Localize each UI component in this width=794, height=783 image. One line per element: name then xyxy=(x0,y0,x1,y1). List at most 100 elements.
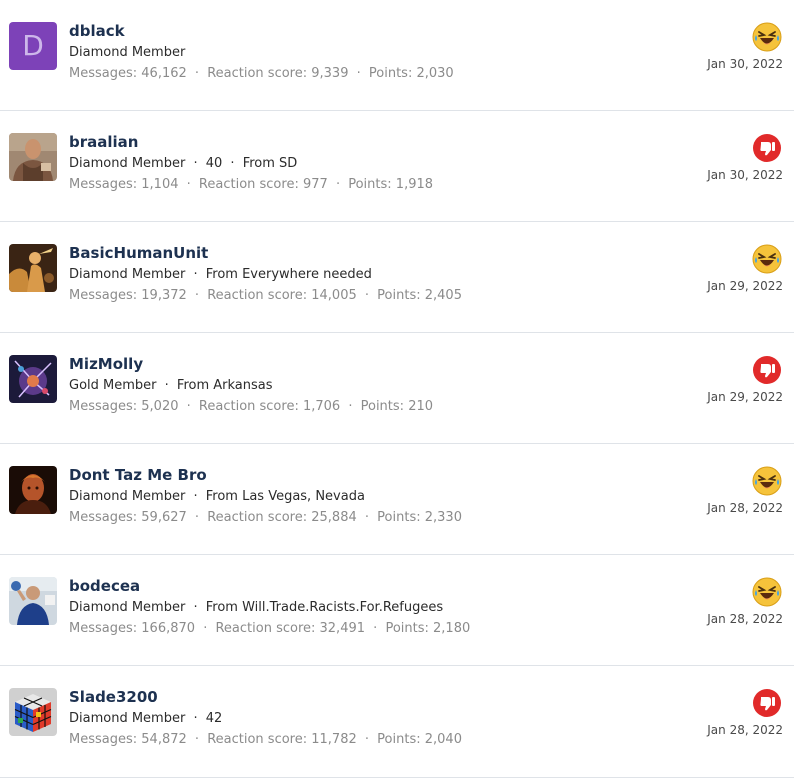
user-title-line: Diamond Member xyxy=(69,45,185,60)
separator: · xyxy=(335,177,341,192)
messages-label: Messages: xyxy=(69,621,138,636)
messages-count: 1,104 xyxy=(141,177,179,192)
list-item: braalian Diamond Member · 40 · From SD M… xyxy=(0,111,794,222)
user-location: From SD xyxy=(242,156,298,171)
reaction-date: Jan 28, 2022 xyxy=(707,501,783,515)
separator: · xyxy=(193,156,198,171)
separator: · xyxy=(348,399,353,414)
messages-label: Messages: xyxy=(69,732,138,747)
separator: · xyxy=(364,732,370,747)
thumbs-down-icon[interactable] xyxy=(752,688,782,718)
separator: · xyxy=(230,156,235,171)
user-age: 40 xyxy=(205,156,223,171)
reaction-score-label: Reaction score: xyxy=(207,732,308,747)
points: 2,040 xyxy=(424,732,462,747)
reaction-score-label: Reaction score: xyxy=(198,399,299,414)
username-link[interactable]: braalian xyxy=(69,133,138,151)
list-item: Slade3200 Diamond Member · 42 Messages: … xyxy=(0,666,794,778)
reaction-date: Jan 28, 2022 xyxy=(707,612,783,626)
messages-count: 166,870 xyxy=(141,621,196,636)
messages-label: Messages: xyxy=(69,399,138,414)
user-location: From Arkansas xyxy=(176,378,273,393)
user-location: From Will.Trade.Racists.For.Refugees xyxy=(205,600,444,615)
points: 210 xyxy=(408,399,434,414)
haha-icon[interactable] xyxy=(752,244,782,274)
separator: · xyxy=(194,732,200,747)
user-title-line: Diamond Member · 40 · From SD xyxy=(69,156,297,171)
username-link[interactable]: dblack xyxy=(69,22,125,40)
user-title-line: Diamond Member · 42 xyxy=(69,711,222,726)
points: 2,180 xyxy=(433,621,471,636)
reaction-score-label: Reaction score: xyxy=(207,288,308,303)
reaction-list: D dblack Diamond Member Messages: 46,162… xyxy=(0,0,794,778)
points: 2,405 xyxy=(424,288,462,303)
messages-count: 19,372 xyxy=(141,288,187,303)
user-title-line: Diamond Member · From Everywhere needed xyxy=(69,267,372,282)
avatar[interactable] xyxy=(9,244,57,292)
avatar[interactable] xyxy=(9,466,57,514)
messages-count: 54,872 xyxy=(141,732,187,747)
reaction-score-label: Reaction score: xyxy=(207,66,308,81)
messages-label: Messages: xyxy=(69,66,138,81)
thumbs-down-icon[interactable] xyxy=(752,355,782,385)
separator: · xyxy=(356,66,361,81)
username-link[interactable]: Slade3200 xyxy=(69,688,158,706)
user-stats: Messages: 1,104 · Reaction score: 977 · … xyxy=(69,177,433,192)
reaction-score: 25,884 xyxy=(311,510,357,525)
user-age: 42 xyxy=(205,711,223,726)
messages-label: Messages: xyxy=(69,177,138,192)
points-label: Points: xyxy=(385,621,429,636)
reaction-score: 14,005 xyxy=(311,288,357,303)
separator: · xyxy=(373,621,378,636)
thumbs-down-icon[interactable] xyxy=(752,133,782,163)
avatar[interactable] xyxy=(9,133,57,181)
reaction-score: 977 xyxy=(302,177,328,192)
reaction-score-label: Reaction score: xyxy=(215,621,316,636)
separator: · xyxy=(203,621,208,636)
user-title: Diamond Member xyxy=(69,489,186,504)
avatar[interactable]: D xyxy=(9,22,57,70)
reaction-date: Jan 30, 2022 xyxy=(707,168,783,182)
list-item: Dont Taz Me Bro Diamond Member · From La… xyxy=(0,444,794,555)
avatar[interactable] xyxy=(9,355,57,403)
separator: · xyxy=(193,489,198,504)
username-link[interactable]: bodecea xyxy=(69,577,140,595)
user-title: Gold Member xyxy=(69,378,157,393)
user-stats: Messages: 19,372 · Reaction score: 14,00… xyxy=(69,288,462,303)
reaction-score: 1,706 xyxy=(302,399,341,414)
user-stats: Messages: 166,870 · Reaction score: 32,4… xyxy=(69,621,470,636)
points: 1,918 xyxy=(395,177,434,192)
messages-count: 46,162 xyxy=(141,66,187,81)
avatar[interactable] xyxy=(9,688,57,736)
reaction-date: Jan 29, 2022 xyxy=(707,390,783,404)
reaction-date: Jan 28, 2022 xyxy=(707,723,783,737)
separator: · xyxy=(193,267,198,282)
messages-label: Messages: xyxy=(69,510,138,525)
separator: · xyxy=(164,378,169,393)
user-location: From Las Vegas, Nevada xyxy=(205,489,365,504)
haha-icon[interactable] xyxy=(752,577,782,607)
username-link[interactable]: MizMolly xyxy=(69,355,143,373)
haha-icon[interactable] xyxy=(752,22,782,52)
username-link[interactable]: Dont Taz Me Bro xyxy=(69,466,207,484)
username-link[interactable]: BasicHumanUnit xyxy=(69,244,208,262)
user-location: From Everywhere needed xyxy=(205,267,372,282)
separator: · xyxy=(193,711,198,726)
haha-icon[interactable] xyxy=(752,466,782,496)
points: 2,330 xyxy=(424,510,462,525)
points-label: Points: xyxy=(368,66,413,81)
user-title-line: Diamond Member · From Will.Trade.Racists… xyxy=(69,600,443,615)
points-label: Points: xyxy=(377,288,421,303)
points: 2,030 xyxy=(416,66,454,81)
messages-label: Messages: xyxy=(69,288,138,303)
points-label: Points: xyxy=(377,732,421,747)
reaction-score: 32,491 xyxy=(319,621,366,636)
list-item: BasicHumanUnit Diamond Member · From Eve… xyxy=(0,222,794,333)
reaction-score-label: Reaction score: xyxy=(207,510,308,525)
reaction-score: 11,782 xyxy=(311,732,357,747)
avatar[interactable] xyxy=(9,577,57,625)
separator: · xyxy=(193,600,198,615)
reaction-date: Jan 29, 2022 xyxy=(707,279,783,293)
messages-count: 59,627 xyxy=(141,510,187,525)
user-title: Diamond Member xyxy=(69,267,186,282)
